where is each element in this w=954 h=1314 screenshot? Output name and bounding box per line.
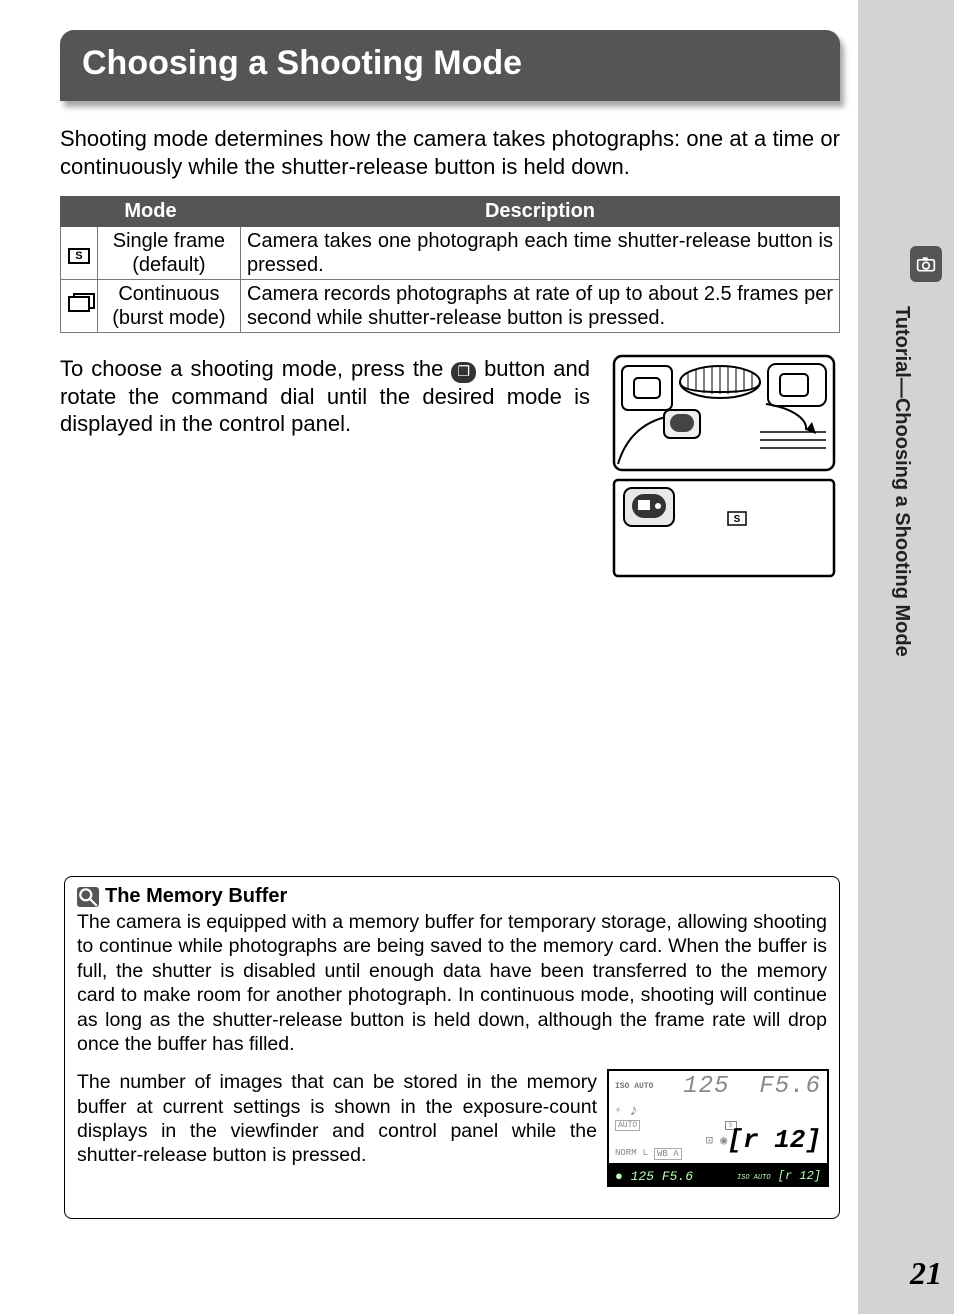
lcd-shutter: 125 xyxy=(683,1073,729,1100)
info-second-paragraph: The number of images that can be stored … xyxy=(77,1070,597,1168)
intro-paragraph: Shooting mode determines how the camera … xyxy=(60,125,840,180)
continuous-icon xyxy=(68,296,90,312)
table-row: S Single frame (default) Camera takes on… xyxy=(61,227,840,280)
lcd-auto: AUTO xyxy=(615,1120,640,1131)
lcd-remaining: [r 12] xyxy=(727,1125,821,1155)
mode-desc-continuous: Camera records photographs at rate of up… xyxy=(241,280,840,333)
vf-iso-auto: ISO AUTO xyxy=(737,1174,771,1182)
mode-table: Mode Description S Single frame (default… xyxy=(60,196,840,333)
lcd-wb: WB A xyxy=(654,1148,682,1160)
section-tab-icon xyxy=(910,246,942,282)
vf-remaining: [r 12] xyxy=(778,1169,821,1183)
mode-name-continuous: Continuous (burst mode) xyxy=(97,280,240,333)
info-box: The Memory Buffer The camera is equipped… xyxy=(64,876,840,1219)
diagram-s-marker: S xyxy=(734,514,741,525)
camera-diagram: S xyxy=(610,352,838,602)
table-header-desc: Description xyxy=(241,197,840,227)
lcd-size: L xyxy=(643,1148,648,1160)
lcd-aperture: F5.6 xyxy=(759,1073,821,1100)
info-body: The camera is equipped with a memory buf… xyxy=(77,910,827,1056)
lcd-norm: NORM xyxy=(615,1148,637,1160)
viewfinder-strip: ● 125 F5.6 ISO AUTO [r 12] xyxy=(607,1165,829,1187)
info-box-title-text: The Memory Buffer xyxy=(105,885,287,908)
table-row: Continuous (burst mode) Camera records p… xyxy=(61,280,840,333)
instruction-paragraph: To choose a shooting mode, press the ❐ b… xyxy=(60,355,590,438)
page-number: 21 xyxy=(910,1255,942,1292)
section-title: Choosing a Shooting Mode xyxy=(82,44,818,83)
side-margin: Tutorial—Choosing a Shooting Mode 21 xyxy=(858,0,954,1314)
single-frame-icon: S xyxy=(68,248,90,264)
table-header-mode: Mode xyxy=(61,197,241,227)
vf-left: 125 F5.6 xyxy=(631,1169,693,1184)
lcd-iso-auto: ISO AUTO xyxy=(615,1082,653,1091)
info-box-title: The Memory Buffer xyxy=(77,885,827,908)
mode-desc-single: Camera takes one photograph each time sh… xyxy=(241,227,840,280)
lcd-display: ISO AUTO 125 F5.6 ⚡ ♪ AUTO S ⊡ ◉ [r 12] xyxy=(607,1069,829,1187)
side-section-label: Tutorial—Choosing a Shooting Mode xyxy=(890,306,913,657)
instruction-pre: To choose a shooting mode, press the xyxy=(60,356,451,381)
control-panel-lcd: ISO AUTO 125 F5.6 ⚡ ♪ AUTO S ⊡ ◉ [r 12] xyxy=(607,1069,829,1165)
section-header: Choosing a Shooting Mode xyxy=(60,30,840,101)
magnify-icon xyxy=(77,887,99,907)
mode-name-single: Single frame (default) xyxy=(97,227,240,280)
mode-button-icon: ❐ xyxy=(451,362,476,383)
